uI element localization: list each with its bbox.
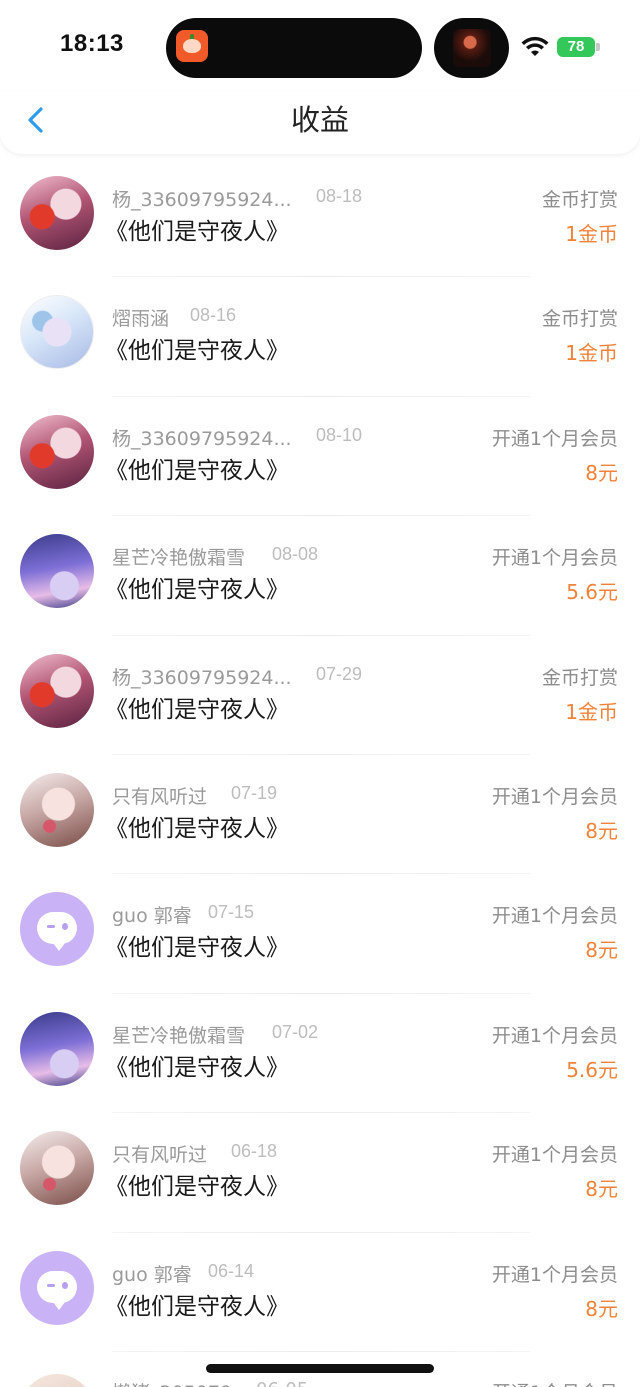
home-indicator[interactable]	[206, 1364, 434, 1373]
earning-amount: 8元	[585, 818, 618, 843]
battery-tip	[596, 43, 600, 51]
user-avatar[interactable]	[20, 1011, 94, 1086]
record-date: 07-29	[316, 663, 363, 684]
earning-amount: 1金币	[565, 699, 618, 724]
wifi-icon	[521, 36, 549, 56]
user-name: 星芒冷艳傲霜雪	[112, 547, 246, 570]
book-title: 《他们是守夜人》	[105, 577, 289, 604]
earnings-row[interactable]: 熠雨涵 08-16 《他们是守夜人》 金币打赏 1金币	[0, 277, 640, 398]
earning-amount: 1金币	[565, 222, 618, 246]
earning-type: 开通1个月会员	[491, 1144, 618, 1167]
record-date: 07-15	[208, 902, 255, 923]
user-name: 杨_33609795924...	[112, 189, 292, 211]
status-bar: 18:13 78	[0, 0, 640, 92]
earnings-row[interactable]: 只有风听过 07-19 《他们是守夜人》 开通1个月会员 8元	[0, 755, 640, 875]
book-title: 《他们是守夜人》	[105, 1293, 289, 1320]
earning-type: 开通1个月会员	[492, 1378, 618, 1387]
earning-amount: 8元	[585, 1296, 618, 1321]
book-title: 《他们是守夜人》	[105, 338, 289, 365]
user-name: 星芒冷艳傲霜雪	[112, 1024, 246, 1047]
book-title: 《他们是守夜人》	[105, 935, 289, 962]
record-date: 08-18	[316, 186, 363, 206]
earnings-list: 杨_33609795924... 08-18 《他们是守夜人》 金币打赏 1金币…	[0, 158, 640, 1353]
earning-type: 金币打赏	[541, 189, 618, 211]
nav-bar: 收益	[0, 92, 640, 154]
user-avatar[interactable]	[20, 414, 94, 489]
record-date: 08-16	[190, 305, 237, 326]
earning-type: 开通1个月会员	[491, 427, 618, 450]
user-avatar[interactable]	[20, 653, 94, 728]
record-date: 08-08	[272, 544, 319, 565]
earnings-row[interactable]: 杨_33609795924... 08-18 《他们是守夜人》 金币打赏 1金币	[0, 158, 640, 278]
earnings-row[interactable]: 杨_33609795924... 08-10 《他们是守夜人》 开通1个月会员 …	[0, 397, 640, 517]
book-title: 《他们是守夜人》	[105, 696, 289, 723]
earnings-row[interactable]: 星芒冷艳傲霜雪 08-08 《他们是守夜人》 开通1个月会员 5.6元	[0, 516, 640, 636]
earning-amount: 8元	[585, 1177, 618, 1202]
user-avatar[interactable]	[20, 772, 94, 847]
book-title: 《他们是守夜人》	[105, 457, 289, 484]
battery-level: 78	[557, 37, 595, 57]
user-name: 杨_33609795924...	[112, 666, 292, 689]
user-name: 杨_33609795924...	[112, 427, 292, 450]
default-avatar-icon[interactable]	[20, 892, 94, 967]
book-title: 《他们是守夜人》	[105, 1054, 289, 1081]
user-name: 只有风听过	[112, 785, 208, 808]
status-time: 18:13	[60, 30, 124, 57]
earnings-row[interactable]: 杨_33609795924... 07-29 《他们是守夜人》 金币打赏 1金币	[0, 636, 640, 756]
user-avatar[interactable]	[20, 534, 94, 609]
user-avatar[interactable]	[20, 295, 94, 370]
earning-amount: 1金币	[565, 341, 618, 366]
record-date: 08-10	[316, 424, 363, 445]
record-date: 07-02	[272, 1021, 319, 1042]
user-name: 只有风听过	[112, 1144, 208, 1167]
earning-amount: 8元	[585, 460, 618, 485]
earning-amount: 5.6元	[566, 580, 618, 605]
page-title: 收益	[290, 103, 349, 137]
earning-amount: 8元	[585, 938, 618, 963]
earnings-row[interactable]: guo 郭睿 07-15 《他们是守夜人》 开通1个月会员 8元	[0, 874, 640, 995]
earnings-row[interactable]: guo 郭睿 06-14 《他们是守夜人》 开通1个月会员 8元	[0, 1233, 640, 1353]
user-avatar[interactable]	[20, 1374, 94, 1387]
user-avatar[interactable]	[20, 176, 94, 250]
record-date: 06-14	[208, 1260, 255, 1281]
user-name: 懒猪_205079	[112, 1378, 232, 1387]
earning-type: 金币打赏	[541, 666, 618, 689]
game-thumbnail-icon[interactable]	[453, 29, 491, 67]
book-title: 《他们是守夜人》	[105, 815, 289, 842]
earning-type: 金币打赏	[541, 308, 618, 331]
earning-amount: 5.6元	[566, 1057, 618, 1082]
default-avatar-icon[interactable]	[20, 1250, 94, 1325]
user-name: guo 郭睿	[112, 905, 192, 928]
earning-type: 开通1个月会员	[491, 785, 618, 808]
book-title: 《他们是守夜人》	[105, 1174, 289, 1201]
user-name: guo 郭睿	[112, 1263, 192, 1286]
user-avatar[interactable]	[20, 1131, 94, 1206]
book-title: 《他们是守夜人》	[105, 219, 289, 245]
earnings-row[interactable]: 只有风听过 06-18 《他们是守夜人》 开通1个月会员 8元	[0, 1113, 640, 1233]
earning-type: 开通1个月会员	[491, 547, 618, 570]
earnings-row[interactable]: 星芒冷艳傲霜雪 07-02 《他们是守夜人》 开通1个月会员 5.6元	[0, 994, 640, 1114]
record-date: 07-19	[231, 782, 278, 803]
earning-type: 开通1个月会员	[491, 905, 618, 928]
back-arrow-icon[interactable]	[18, 100, 58, 140]
record-date: 06-18	[231, 1141, 278, 1162]
earning-type: 开通1个月会员	[491, 1024, 618, 1047]
record-date: 06-05	[256, 1379, 308, 1387]
reading-app-icon[interactable]	[176, 30, 208, 62]
earning-type: 开通1个月会员	[491, 1263, 618, 1286]
user-name: 熠雨涵	[112, 308, 170, 331]
